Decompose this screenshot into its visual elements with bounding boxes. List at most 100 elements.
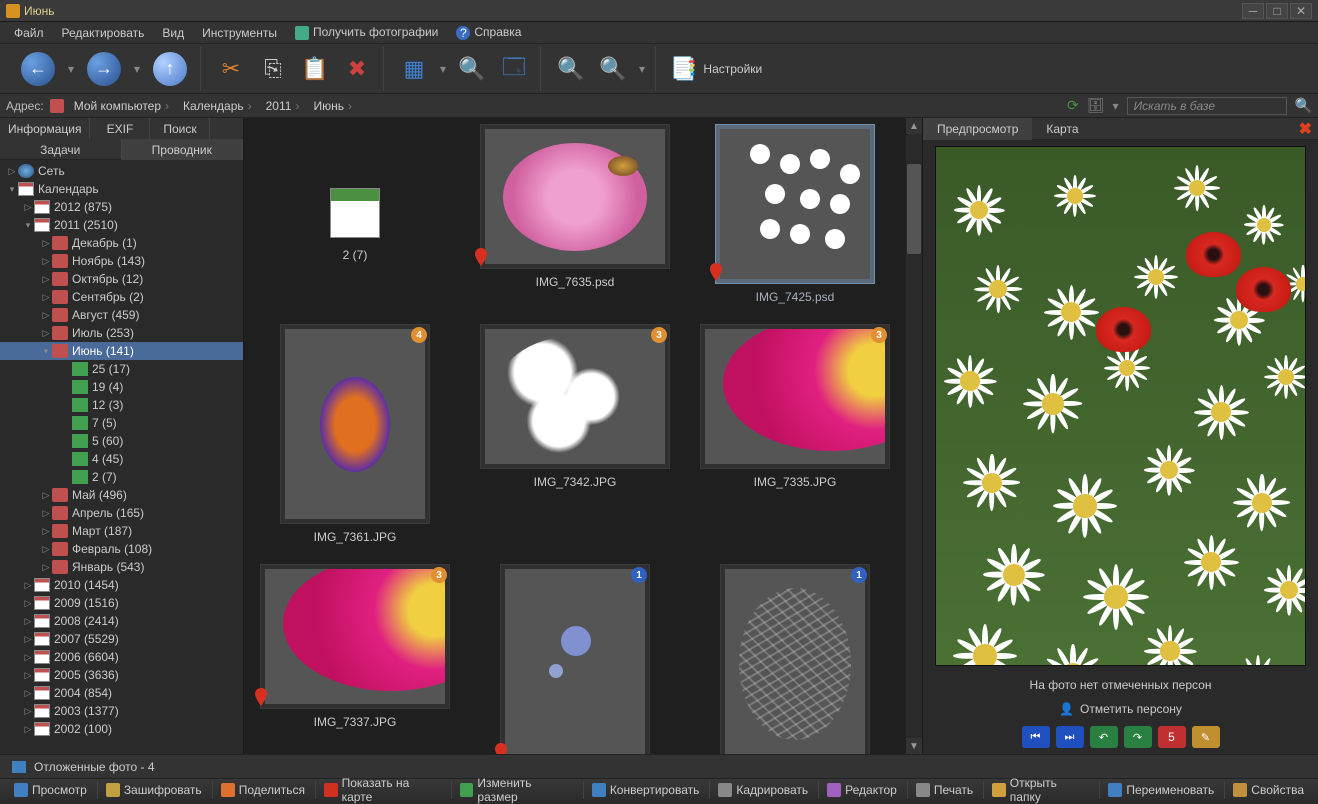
tab-info[interactable]: Информация xyxy=(0,118,90,139)
sb-crop[interactable]: Кадрировать xyxy=(709,781,816,799)
tag-person-button[interactable]: Отметить персону xyxy=(923,698,1318,720)
sb-encrypt[interactable]: Зашифровать xyxy=(97,781,210,799)
tree-2004[interactable]: ▷2004 (854) xyxy=(0,684,243,702)
crumb-2011[interactable]: 2011› xyxy=(262,99,304,113)
tree-day-19[interactable]: 19 (4) xyxy=(0,378,243,396)
tree-apr[interactable]: ▷Апрель (165) xyxy=(0,504,243,522)
tree-sep[interactable]: ▷Сентябрь (2) xyxy=(0,288,243,306)
scroll-up-arrow[interactable]: ▲ xyxy=(906,118,922,134)
crumb-june[interactable]: Июнь› xyxy=(309,99,356,113)
prev-next-button[interactable]: ⏭ xyxy=(1056,726,1084,748)
tab-exif[interactable]: EXIF xyxy=(90,118,150,139)
tree-2012[interactable]: ▷2012 (875) xyxy=(0,198,243,216)
sb-show-on-map[interactable]: Показать на карте xyxy=(315,781,449,799)
view-options-dropdown[interactable]: ▾ xyxy=(436,62,450,76)
view-options-button[interactable]: ▦ xyxy=(394,49,434,89)
vertical-scrollbar[interactable]: ▲ ▼ xyxy=(906,118,922,754)
tree-2005[interactable]: ▷2005 (3636) xyxy=(0,666,243,684)
settings-button[interactable]: 📑 Настройки xyxy=(660,56,772,82)
tree-2002[interactable]: ▷2002 (100) xyxy=(0,720,243,738)
search-database-input[interactable]: Искать в базе xyxy=(1127,97,1287,115)
thumb-item[interactable]: 3IMG_7342.JPG xyxy=(470,324,680,544)
thumb-item[interactable]: 3IMG_7337.JPG xyxy=(250,564,460,754)
tree-day-7[interactable]: 7 (5) xyxy=(0,414,243,432)
tree-2008[interactable]: ▷2008 (2414) xyxy=(0,612,243,630)
preview-count-button[interactable]: 5 xyxy=(1158,726,1186,748)
nav-forward-button[interactable]: → xyxy=(80,49,128,89)
menu-view[interactable]: Вид xyxy=(154,24,192,42)
tree-day-5[interactable]: 5 (60) xyxy=(0,432,243,450)
deferred-photos-bar[interactable]: Отложенные фото - 4 xyxy=(0,754,1318,778)
window-mode-button[interactable]: 🗔 xyxy=(494,49,534,89)
thumb-item[interactable]: 4IMG_7361.JPG xyxy=(250,324,460,544)
menu-get-photos[interactable]: Получить фотографии xyxy=(287,23,446,42)
preview-edit-button[interactable]: ✎ xyxy=(1192,726,1220,748)
close-preview-button[interactable]: ✖ xyxy=(1299,119,1312,139)
tab-map[interactable]: Карта xyxy=(1032,118,1092,140)
tree-day-2[interactable]: 2 (7) xyxy=(0,468,243,486)
tree-jul[interactable]: ▷Июль (253) xyxy=(0,324,243,342)
menu-edit[interactable]: Редактировать xyxy=(54,24,153,42)
tree-2007[interactable]: ▷2007 (5529) xyxy=(0,630,243,648)
tree-day-4[interactable]: 4 (45) xyxy=(0,450,243,468)
minimize-button[interactable]: ─ xyxy=(1242,3,1264,19)
nav-up-button[interactable]: ↑ xyxy=(146,49,194,89)
thumb-item[interactable]: IMG_7425.psd xyxy=(690,124,900,304)
close-button[interactable]: ✕ xyxy=(1290,3,1312,19)
rotate-right-button[interactable]: ↷ xyxy=(1124,726,1152,748)
thumb-item[interactable]: 1img_4117.psd xyxy=(690,564,900,754)
sb-resize[interactable]: Изменить размер xyxy=(451,781,581,799)
tree-calendar[interactable]: ▾Календарь xyxy=(0,180,243,198)
tree-2011[interactable]: ▾2011 (2510) xyxy=(0,216,243,234)
tree-dec[interactable]: ▷Декабрь (1) xyxy=(0,234,243,252)
sb-properties[interactable]: Свойства xyxy=(1224,781,1312,799)
menu-tools[interactable]: Инструменты xyxy=(194,24,285,42)
tree-jun[interactable]: ▾Июнь (141) xyxy=(0,342,243,360)
zoom-out-button[interactable]: 🔍 xyxy=(593,49,633,89)
tree-network[interactable]: ▷Сеть xyxy=(0,162,243,180)
scroll-track[interactable] xyxy=(906,134,922,738)
thumb-item[interactable]: IMG_7635.psd xyxy=(470,124,680,304)
scroll-down-arrow[interactable]: ▼ xyxy=(906,738,922,754)
sb-view[interactable]: Просмотр xyxy=(6,781,95,799)
rotate-left-button[interactable]: ↶ xyxy=(1090,726,1118,748)
cut-button[interactable]: ✂ xyxy=(211,49,251,89)
tree-aug[interactable]: ▷Август (459) xyxy=(0,306,243,324)
thumb-item[interactable]: 1img_7979.jpg xyxy=(470,564,680,754)
crumb-mycomputer[interactable]: Мой компьютер› xyxy=(70,99,173,113)
database-icon[interactable]: 🗄 xyxy=(1087,97,1105,114)
delete-button[interactable]: ✖ xyxy=(337,49,377,89)
tree-2006[interactable]: ▷2006 (6604) xyxy=(0,648,243,666)
prev-first-button[interactable]: ⏮ xyxy=(1022,726,1050,748)
crumb-calendar[interactable]: Календарь› xyxy=(179,99,256,113)
tree-day-25[interactable]: 25 (17) xyxy=(0,360,243,378)
tree-nov[interactable]: ▷Ноябрь (143) xyxy=(0,252,243,270)
maximize-button[interactable]: □ xyxy=(1266,3,1288,19)
tab-tasks[interactable]: Задачи xyxy=(0,139,122,160)
tab-explorer[interactable]: Проводник xyxy=(122,139,244,160)
tree-may[interactable]: ▷Май (496) xyxy=(0,486,243,504)
tab-preview[interactable]: Предпросмотр xyxy=(923,118,1032,140)
zoom-dropdown[interactable]: ▾ xyxy=(635,62,649,76)
tree-2010[interactable]: ▷2010 (1454) xyxy=(0,576,243,594)
sb-rename[interactable]: Переименовать xyxy=(1099,781,1222,799)
search-icon[interactable]: 🔍 xyxy=(1295,97,1312,114)
sb-print[interactable]: Печать xyxy=(907,781,981,799)
preview-button[interactable]: 🔍 xyxy=(452,49,492,89)
sb-open-folder[interactable]: Открыть папку xyxy=(983,781,1097,799)
thumb-folder[interactable]: 2 (7) xyxy=(250,124,460,304)
copy-button[interactable]: ⎘ xyxy=(253,49,293,89)
scroll-thumb[interactable] xyxy=(907,164,921,254)
tree-oct[interactable]: ▷Октябрь (12) xyxy=(0,270,243,288)
tab-search[interactable]: Поиск xyxy=(150,118,210,139)
sb-convert[interactable]: Конвертировать xyxy=(583,781,708,799)
sb-editor[interactable]: Редактор xyxy=(818,781,905,799)
zoom-in-button[interactable]: 🔍 xyxy=(551,49,591,89)
thumb-item[interactable]: 3IMG_7335.JPG xyxy=(690,324,900,544)
tree-2003[interactable]: ▷2003 (1377) xyxy=(0,702,243,720)
sb-share[interactable]: Поделиться xyxy=(212,781,313,799)
menu-help[interactable]: Справка xyxy=(448,23,529,42)
nav-back-dropdown[interactable]: ▾ xyxy=(64,62,78,76)
paste-button[interactable]: 📋 xyxy=(295,49,335,89)
tree-2009[interactable]: ▷2009 (1516) xyxy=(0,594,243,612)
